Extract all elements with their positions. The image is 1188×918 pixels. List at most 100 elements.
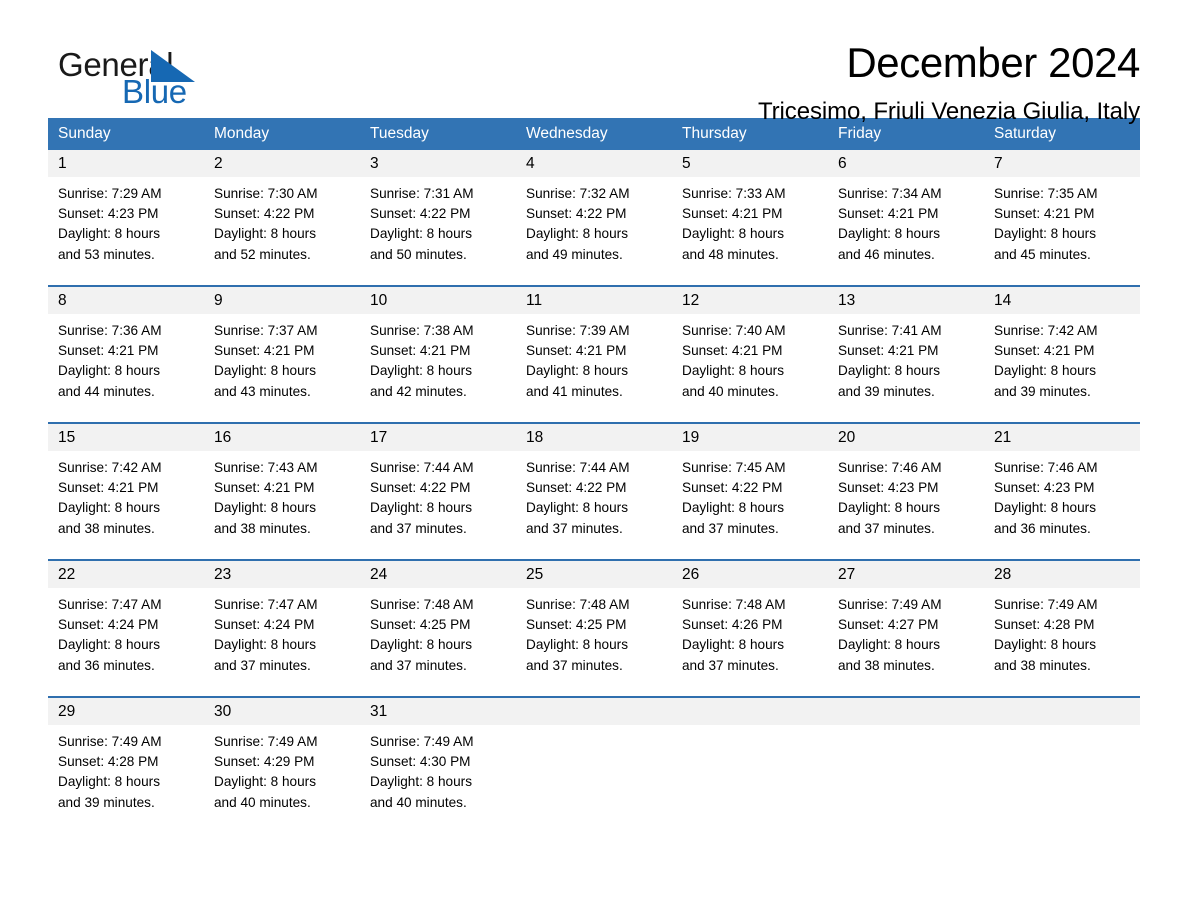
daylight-duration-line2: and 37 minutes. — [370, 520, 467, 536]
day-number[interactable]: 31 — [360, 698, 516, 725]
day-cell[interactable]: Sunrise: 7:48 AM Sunset: 4:26 PM Daylight:… — [672, 588, 828, 696]
day-number[interactable]: 10 — [360, 287, 516, 314]
day-cell[interactable]: Sunrise: 7:44 AM Sunset: 4:22 PM Daylight:… — [516, 451, 672, 559]
day-cell[interactable]: Sunrise: 7:49 AM Sunset: 4:28 PM Daylight:… — [984, 588, 1140, 696]
day-number[interactable]: 14 — [984, 287, 1140, 314]
day-number[interactable]: 27 — [828, 561, 984, 588]
daylight-duration-line1: Daylight: 8 hours — [370, 774, 473, 790]
day-cell[interactable]: Sunrise: 7:48 AM Sunset: 4:25 PM Daylight:… — [516, 588, 672, 696]
day-number — [672, 698, 828, 725]
sunset-time: Sunset: 4:21 PM — [58, 343, 159, 359]
day-cell[interactable]: Sunrise: 7:41 AM Sunset: 4:21 PM Daylight:… — [828, 314, 984, 422]
day-cell[interactable]: Sunrise: 7:38 AM Sunset: 4:21 PM Daylight:… — [360, 314, 516, 422]
day-cell[interactable]: Sunrise: 7:30 AM Sunset: 4:22 PM Daylight:… — [204, 177, 360, 285]
day-cell[interactable]: Sunrise: 7:33 AM Sunset: 4:21 PM Daylight:… — [672, 177, 828, 285]
day-cell[interactable]: Sunrise: 7:46 AM Sunset: 4:23 PM Daylight:… — [828, 451, 984, 559]
day-number[interactable]: 9 — [204, 287, 360, 314]
sunrise-time: Sunrise: 7:40 AM — [682, 323, 786, 338]
sunset-time: Sunset: 4:28 PM — [58, 754, 159, 770]
sunset-time: Sunset: 4:21 PM — [214, 343, 315, 359]
sunrise-time: Sunrise: 7:48 AM — [682, 597, 786, 612]
sunset-time: Sunset: 4:26 PM — [682, 617, 783, 633]
sunset-time: Sunset: 4:21 PM — [838, 343, 939, 359]
day-number[interactable]: 30 — [204, 698, 360, 725]
sunset-time: Sunset: 4:22 PM — [370, 480, 471, 496]
day-number[interactable]: 20 — [828, 424, 984, 451]
day-number[interactable]: 29 — [48, 698, 204, 725]
day-cell[interactable]: Sunrise: 7:48 AM Sunset: 4:25 PM Daylight:… — [360, 588, 516, 696]
sunset-time: Sunset: 4:24 PM — [214, 617, 315, 633]
daylight-duration-line2: and 36 minutes. — [994, 520, 1091, 536]
sunset-time: Sunset: 4:21 PM — [838, 206, 939, 222]
day-cell[interactable]: Sunrise: 7:37 AM Sunset: 4:21 PM Daylight:… — [204, 314, 360, 422]
sunset-time: Sunset: 4:21 PM — [994, 206, 1095, 222]
daylight-duration-line1: Daylight: 8 hours — [838, 637, 941, 653]
week-date-band: 8 9 10 11 12 13 14 — [48, 287, 1140, 314]
day-cell[interactable]: Sunrise: 7:49 AM Sunset: 4:29 PM Daylight:… — [204, 725, 360, 833]
day-cell[interactable]: Sunrise: 7:47 AM Sunset: 4:24 PM Daylight:… — [204, 588, 360, 696]
day-number[interactable]: 23 — [204, 561, 360, 588]
sunset-time: Sunset: 4:23 PM — [58, 206, 159, 222]
weekday-header-thursday: Thursday — [682, 125, 747, 142]
day-number[interactable]: 2 — [204, 150, 360, 177]
day-cell[interactable]: Sunrise: 7:29 AM Sunset: 4:23 PM Daylight:… — [48, 177, 204, 285]
daylight-duration-line2: and 50 minutes. — [370, 246, 467, 262]
day-number[interactable]: 21 — [984, 424, 1140, 451]
day-cell[interactable]: Sunrise: 7:43 AM Sunset: 4:21 PM Daylight:… — [204, 451, 360, 559]
week-date-band: 15 16 17 18 19 20 21 — [48, 424, 1140, 451]
day-cell[interactable]: Sunrise: 7:47 AM Sunset: 4:24 PM Daylight:… — [48, 588, 204, 696]
day-number[interactable]: 11 — [516, 287, 672, 314]
day-cell-empty — [516, 725, 672, 833]
day-number[interactable]: 7 — [984, 150, 1140, 177]
daylight-duration-line2: and 37 minutes. — [526, 657, 623, 673]
day-cell[interactable]: Sunrise: 7:46 AM Sunset: 4:23 PM Daylight:… — [984, 451, 1140, 559]
day-number[interactable]: 16 — [204, 424, 360, 451]
day-cell[interactable]: Sunrise: 7:44 AM Sunset: 4:22 PM Daylight:… — [360, 451, 516, 559]
day-cell[interactable]: Sunrise: 7:45 AM Sunset: 4:22 PM Daylight:… — [672, 451, 828, 559]
day-number[interactable]: 19 — [672, 424, 828, 451]
daylight-duration-line2: and 36 minutes. — [58, 657, 155, 673]
day-cell[interactable]: Sunrise: 7:35 AM Sunset: 4:21 PM Daylight:… — [984, 177, 1140, 285]
week-detail-band: Sunrise: 7:42 AM Sunset: 4:21 PM Daylight:… — [48, 451, 1140, 559]
sunset-time: Sunset: 4:22 PM — [526, 206, 627, 222]
day-cell[interactable]: Sunrise: 7:39 AM Sunset: 4:21 PM Daylight:… — [516, 314, 672, 422]
day-number[interactable]: 1 — [48, 150, 204, 177]
page-title: December 2024 — [846, 39, 1140, 86]
day-number[interactable]: 8 — [48, 287, 204, 314]
day-number[interactable]: 13 — [828, 287, 984, 314]
general-blue-logo: General Blue — [48, 42, 268, 120]
day-cell[interactable]: Sunrise: 7:36 AM Sunset: 4:21 PM Daylight:… — [48, 314, 204, 422]
day-cell[interactable]: Sunrise: 7:49 AM Sunset: 4:27 PM Daylight:… — [828, 588, 984, 696]
day-number[interactable]: 18 — [516, 424, 672, 451]
day-number[interactable]: 25 — [516, 561, 672, 588]
day-number[interactable]: 3 — [360, 150, 516, 177]
day-number[interactable]: 22 — [48, 561, 204, 588]
day-number[interactable]: 6 — [828, 150, 984, 177]
day-cell[interactable]: Sunrise: 7:34 AM Sunset: 4:21 PM Daylight:… — [828, 177, 984, 285]
day-cell[interactable]: Sunrise: 7:42 AM Sunset: 4:21 PM Daylight:… — [984, 314, 1140, 422]
day-number[interactable]: 12 — [672, 287, 828, 314]
day-cell[interactable]: Sunrise: 7:40 AM Sunset: 4:21 PM Daylight:… — [672, 314, 828, 422]
weekday-header-row: Sunday Monday Tuesday Wednesday Thursday… — [48, 118, 1140, 150]
daylight-duration-line1: Daylight: 8 hours — [838, 500, 941, 516]
day-cell[interactable]: Sunrise: 7:31 AM Sunset: 4:22 PM Daylight:… — [360, 177, 516, 285]
daylight-duration-line2: and 37 minutes. — [838, 520, 935, 536]
day-number[interactable]: 17 — [360, 424, 516, 451]
day-number[interactable]: 5 — [672, 150, 828, 177]
day-cell[interactable]: Sunrise: 7:49 AM Sunset: 4:28 PM Daylight:… — [48, 725, 204, 833]
day-number[interactable]: 28 — [984, 561, 1140, 588]
daylight-duration-line1: Daylight: 8 hours — [214, 637, 317, 653]
sunrise-time: Sunrise: 7:49 AM — [214, 734, 318, 749]
daylight-duration-line2: and 37 minutes. — [370, 657, 467, 673]
day-cell[interactable]: Sunrise: 7:32 AM Sunset: 4:22 PM Daylight:… — [516, 177, 672, 285]
daylight-duration-line1: Daylight: 8 hours — [214, 774, 317, 790]
sunrise-time: Sunrise: 7:32 AM — [526, 186, 630, 201]
day-cell[interactable]: Sunrise: 7:42 AM Sunset: 4:21 PM Daylight:… — [48, 451, 204, 559]
day-number[interactable]: 4 — [516, 150, 672, 177]
weekday-header-wednesday: Wednesday — [526, 125, 608, 142]
day-number[interactable]: 15 — [48, 424, 204, 451]
daylight-duration-line2: and 44 minutes. — [58, 383, 155, 399]
day-number[interactable]: 26 — [672, 561, 828, 588]
day-cell[interactable]: Sunrise: 7:49 AM Sunset: 4:30 PM Daylight:… — [360, 725, 516, 833]
day-number[interactable]: 24 — [360, 561, 516, 588]
